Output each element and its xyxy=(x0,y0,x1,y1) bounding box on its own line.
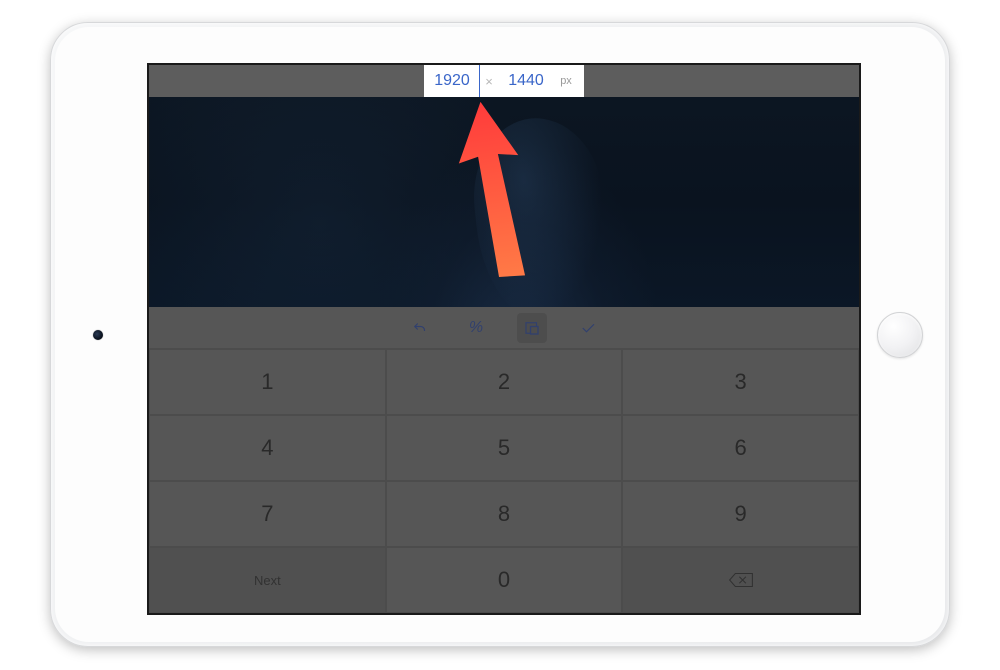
key-0[interactable]: 0 xyxy=(386,547,623,613)
backspace-icon xyxy=(728,571,754,589)
ipad-device-frame: × px xyxy=(50,22,950,647)
dimensions-input-group: × px xyxy=(424,65,584,97)
key-8[interactable]: 8 xyxy=(386,481,623,547)
key-4[interactable]: 4 xyxy=(149,415,386,481)
key-9[interactable]: 9 xyxy=(622,481,859,547)
key-7[interactable]: 7 xyxy=(149,481,386,547)
key-6[interactable]: 6 xyxy=(622,415,859,481)
dimension-separator: × xyxy=(480,74,498,89)
dimensions-bar: × px xyxy=(149,65,859,97)
screen: × px xyxy=(147,63,861,615)
aspect-lock-button[interactable] xyxy=(517,313,547,343)
confirm-button[interactable] xyxy=(573,313,603,343)
height-input[interactable] xyxy=(498,65,554,97)
image-canvas[interactable] xyxy=(149,97,859,307)
key-next[interactable]: Next xyxy=(149,547,386,613)
dimension-unit-label: px xyxy=(554,75,584,87)
key-5[interactable]: 5 xyxy=(386,415,623,481)
numeric-keyboard: % 1 2 xyxy=(149,307,859,613)
key-1[interactable]: 1 xyxy=(149,349,386,415)
ipad-bezel: × px xyxy=(55,27,945,642)
key-3[interactable]: 3 xyxy=(622,349,859,415)
width-input[interactable] xyxy=(424,65,480,97)
percent-icon: % xyxy=(469,319,483,337)
undo-button[interactable] xyxy=(405,313,435,343)
key-2[interactable]: 2 xyxy=(386,349,623,415)
home-button[interactable] xyxy=(877,312,923,358)
keyboard-toolbar: % xyxy=(149,307,859,349)
key-backspace[interactable] xyxy=(622,547,859,613)
percent-button[interactable]: % xyxy=(461,313,491,343)
front-camera xyxy=(93,330,103,340)
keypad-grid: 1 2 3 4 5 6 7 8 9 Next 0 xyxy=(149,349,859,613)
